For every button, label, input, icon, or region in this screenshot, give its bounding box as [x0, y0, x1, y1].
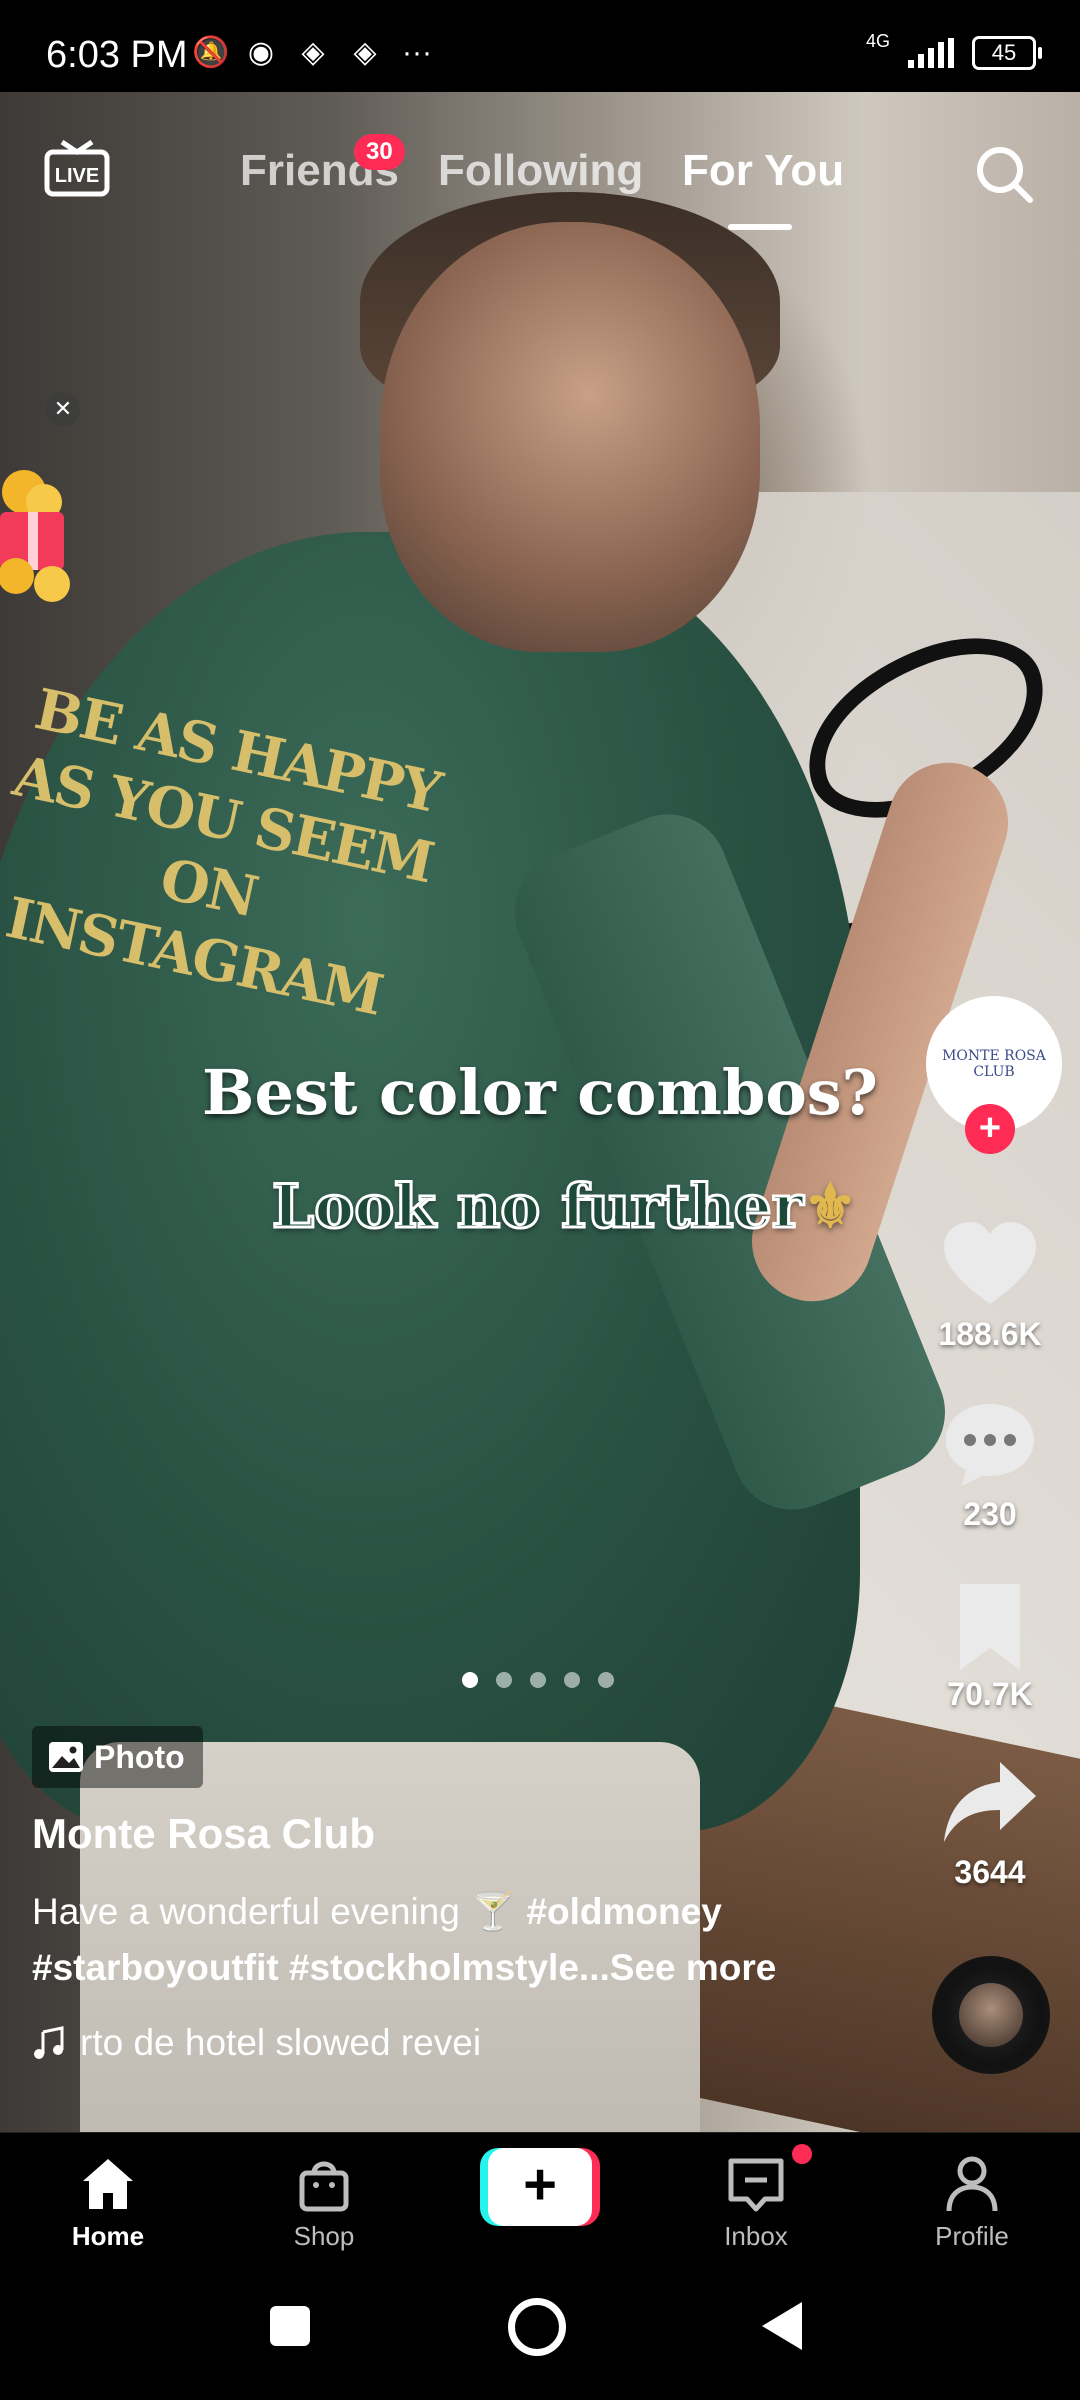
carousel-dot: [530, 1672, 546, 1688]
nav-profile[interactable]: Profile: [902, 2153, 1042, 2252]
hashtag[interactable]: #oldmoney: [526, 1891, 721, 1932]
create-plus-icon: +: [488, 2148, 592, 2226]
system-navigation: [0, 2262, 1080, 2400]
top-navigation: LIVE Friends 30 Following For You: [0, 92, 1080, 242]
messenger-icon: ◉: [247, 36, 275, 69]
nav-inbox-label: Inbox: [724, 2221, 788, 2251]
nav-shop[interactable]: Shop: [254, 2153, 394, 2252]
discord-icon: ◈: [301, 36, 325, 69]
follow-plus-button[interactable]: +: [965, 1104, 1015, 1154]
hashtag[interactable]: #starboyoutfit: [32, 1947, 279, 1988]
shopping-bag-icon: [299, 2161, 349, 2212]
signal-icon: [908, 38, 954, 68]
photo-chip: Photo: [32, 1726, 203, 1788]
heart-icon[interactable]: [940, 1220, 1040, 1310]
photo-icon: [49, 1742, 83, 1772]
inbox-icon: [728, 2158, 784, 2212]
status-bar: 6:03 PM 🔕 ◉ ◈ ◈ ··· 4G 45: [0, 0, 1080, 92]
post-description: Have a wonderful evening 🍸 #oldmoney #st…: [32, 1884, 832, 1996]
music-title: rto de hotel slowed revei: [80, 2022, 482, 2063]
inbox-notification-dot: [792, 2144, 812, 2164]
active-tab-indicator: [728, 224, 792, 230]
carousel-indicator: [462, 1672, 614, 1688]
photo-chip-label: Photo: [94, 1738, 185, 1775]
close-icon[interactable]: ✕: [46, 392, 80, 426]
music-note-icon: [34, 2026, 64, 2059]
fleur-de-lis-icon: ⚜: [803, 1172, 858, 1242]
nav-home-label: Home: [71, 2221, 145, 2251]
head: [380, 222, 760, 652]
home-icon: [83, 2159, 133, 2209]
coin-gift-icon[interactable]: [0, 464, 80, 604]
nav-profile-label: Profile: [935, 2221, 1009, 2251]
battery-icon: 45: [972, 36, 1042, 70]
carousel-dot: [462, 1672, 478, 1688]
live-icon[interactable]: LIVE: [44, 140, 110, 198]
comment-count: 230: [963, 1496, 1017, 1532]
network-label: 4G: [865, 30, 890, 51]
overflow-dots: ···: [402, 36, 432, 69]
author-name[interactable]: Monte Rosa Club: [32, 1810, 375, 1858]
save-count: 70.7K: [947, 1676, 1033, 1712]
caption-line-1: Best color combos?: [202, 1056, 878, 1129]
friends-badge: 30: [354, 134, 405, 170]
nav-shop-label: Shop: [293, 2221, 355, 2251]
status-right: 4G 45: [866, 31, 1042, 70]
tab-following[interactable]: Following: [438, 146, 643, 196]
notification-icons: 🔕 ◉ ◈ ◈ ···: [192, 36, 434, 70]
like-count: 188.6K: [938, 1316, 1042, 1352]
see-more-link[interactable]: ...See more: [579, 1947, 776, 1988]
back-button[interactable]: [762, 2302, 802, 2350]
carousel-dot: [496, 1672, 512, 1688]
carousel-dot: [564, 1672, 580, 1688]
caption-line-2: Look no further⚜: [270, 1171, 858, 1244]
hashtag[interactable]: #stockholmstyle: [289, 1947, 579, 1988]
system-home-button[interactable]: [508, 2298, 566, 2356]
status-time: 6:03 PM: [46, 34, 188, 76]
comment-icon[interactable]: [940, 1400, 1040, 1490]
search-icon[interactable]: [972, 142, 1036, 206]
nav-inbox[interactable]: Inbox: [686, 2153, 826, 2252]
caption-line-2-text: Look no further: [270, 1171, 804, 1244]
create-button[interactable]: +: [480, 2148, 600, 2226]
avatar-logo-text: MONTE ROSA CLUB: [942, 1048, 1046, 1080]
carousel-dot: [598, 1672, 614, 1688]
nav-home[interactable]: Home: [38, 2153, 178, 2252]
bookmark-icon[interactable]: [940, 1582, 1040, 1672]
profile-icon: [946, 2156, 998, 2212]
recents-button[interactable]: [270, 2306, 310, 2346]
music-row[interactable]: rto de hotel slowed revei: [32, 2022, 552, 2064]
discord-icon-2: ◈: [353, 36, 377, 69]
share-count: 3644: [954, 1854, 1026, 1890]
description-text: Have a wonderful evening 🍸: [32, 1891, 517, 1932]
tab-for-you[interactable]: For You: [682, 146, 844, 196]
share-icon[interactable]: [940, 1758, 1040, 1848]
live-label: LIVE: [55, 165, 99, 187]
mute-icon: 🔕: [192, 36, 230, 69]
music-disc-icon[interactable]: [932, 1956, 1050, 2074]
